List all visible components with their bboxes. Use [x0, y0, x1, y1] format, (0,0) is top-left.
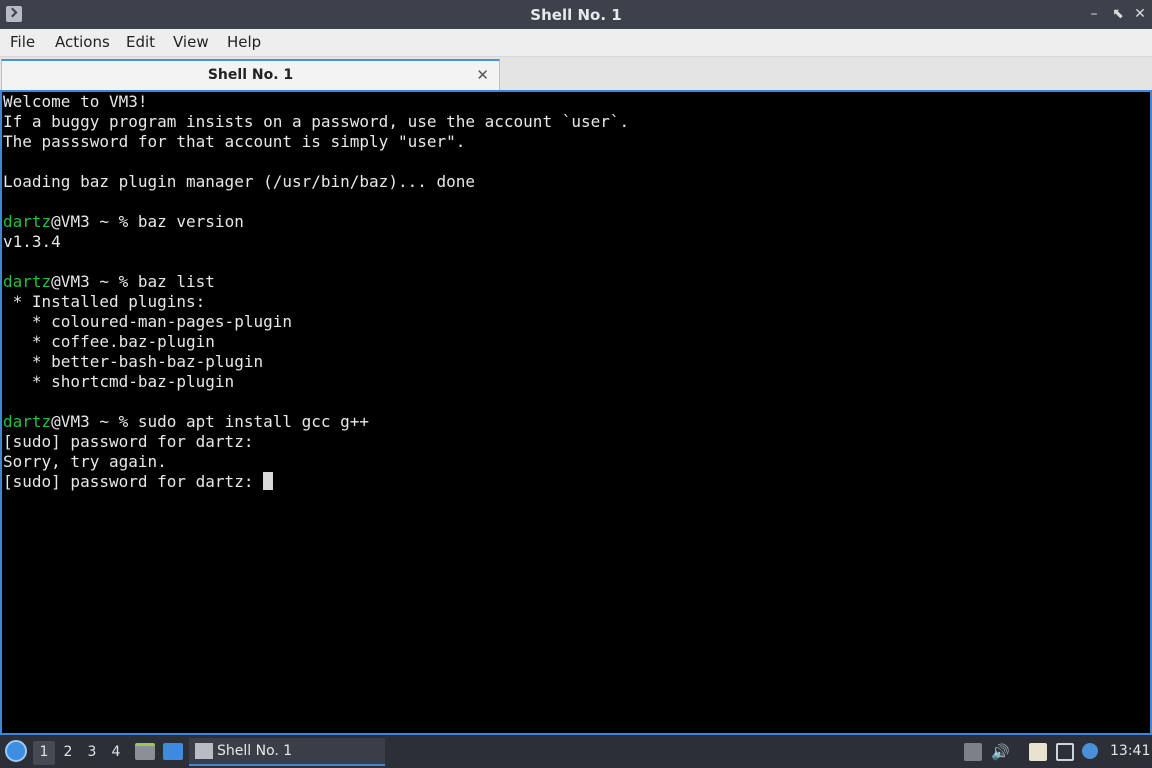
terminal-line: The passsword for that account is simply… [3, 132, 1150, 152]
terminal-text: If a buggy program insists on a password… [3, 112, 630, 131]
workspace-4[interactable]: 4 [105, 741, 127, 765]
prompt-username: dartz [3, 412, 52, 431]
terminal-line: [sudo] password for dartz: [3, 432, 1150, 452]
workspace-3[interactable]: 3 [81, 741, 103, 765]
window-titlebar: Shell No. 1 – ⬉ ✕ [0, 0, 1152, 29]
tab-label: Shell No. 1 [207, 67, 294, 83]
tab-shell-1[interactable]: Shell No. 1 ✕ [1, 59, 500, 90]
terminal-text: v1.3.4 [3, 232, 61, 251]
network-icon[interactable] [1056, 743, 1074, 761]
terminal-line: * Installed plugins: [3, 292, 1150, 312]
workspace-2[interactable]: 2 [57, 741, 79, 765]
terminal-text: [sudo] password for dartz: [3, 472, 264, 491]
terminal-text: [sudo] password for dartz: [3, 432, 254, 451]
start-menu-icon[interactable] [5, 740, 27, 762]
desktop-icon[interactable] [163, 743, 183, 760]
clipboard-icon[interactable] [1029, 743, 1047, 761]
menu-help[interactable]: Help [227, 33, 261, 53]
terminal-line: * coloured-man-pages-plugin [3, 312, 1150, 332]
maximize-button[interactable]: ⬉ [1108, 4, 1128, 24]
terminal-line: [sudo] password for dartz: [3, 472, 1150, 492]
terminal-text: Sorry, try again. [3, 452, 167, 471]
menu-bar: File Actions Edit View Help [0, 29, 1152, 57]
menu-view[interactable]: View [173, 33, 209, 53]
terminal-line: * better-bash-baz-plugin [3, 352, 1150, 372]
file-manager-icon[interactable] [135, 743, 155, 760]
terminal-text: Loading baz plugin manager (/usr/bin/baz… [3, 172, 476, 191]
volume-icon[interactable]: 🔊 [991, 743, 1010, 761]
taskbar: 1 2 3 4 Shell No. 1 🔊 13:41 [0, 736, 1152, 768]
terminal-line: dartz@VM3 ~ % sudo apt install gcc g++ [3, 412, 1150, 432]
task-label: Shell No. 1 [217, 743, 293, 759]
workspace-1[interactable]: 1 [33, 741, 55, 765]
terminal-text: @VM3 ~ % sudo apt install gcc g++ [51, 412, 370, 431]
terminal-cursor [263, 472, 274, 490]
terminal-line: Sorry, try again. [3, 452, 1150, 472]
notifications-icon[interactable] [964, 743, 982, 761]
terminal-text: * coffee.baz-plugin [3, 332, 215, 351]
clock: 13:41 [1110, 743, 1151, 759]
window-title: Shell No. 1 [530, 6, 622, 24]
prompt-username: dartz [3, 212, 52, 231]
terminal-text: * coloured-man-pages-plugin [3, 312, 292, 331]
prompt-username: dartz [3, 272, 52, 291]
terminal-icon [195, 743, 213, 759]
terminal-line: Welcome to VM3! [3, 92, 1150, 112]
terminal-text: * shortcmd-baz-plugin [3, 372, 235, 391]
terminal-text: * better-bash-baz-plugin [3, 352, 264, 371]
terminal-line: * coffee.baz-plugin [3, 332, 1150, 352]
terminal-text: @VM3 ~ % baz list [51, 272, 215, 291]
terminal-line: * shortcmd-baz-plugin [3, 372, 1150, 392]
terminal-output[interactable]: Welcome to VM3! If a buggy program insist… [0, 90, 1152, 735]
task-shell-1[interactable]: Shell No. 1 [189, 738, 385, 766]
tab-close-icon[interactable]: ✕ [476, 66, 489, 84]
menu-edit[interactable]: Edit [126, 33, 155, 53]
terminal-text: @VM3 ~ % baz version [51, 212, 244, 231]
terminal-line: dartz@VM3 ~ % baz list [3, 272, 1150, 292]
terminal-line: v1.3.4 [3, 232, 1150, 252]
terminal-line: Loading baz plugin manager (/usr/bin/baz… [3, 172, 1150, 192]
menu-actions[interactable]: Actions [55, 33, 110, 53]
minimize-button[interactable]: – [1084, 4, 1104, 24]
terminal-line: dartz@VM3 ~ % baz version [3, 212, 1150, 232]
update-icon[interactable] [1082, 743, 1098, 759]
terminal-text: The passsword for that account is simply… [3, 132, 466, 151]
menu-file[interactable]: File [10, 33, 35, 53]
terminal-line: If a buggy program insists on a password… [3, 112, 1150, 132]
tab-bar: Shell No. 1 ✕ [0, 57, 1152, 90]
terminal-text: Welcome to VM3! [3, 92, 148, 111]
close-button[interactable]: ✕ [1130, 4, 1150, 24]
terminal-text: * Installed plugins: [3, 292, 206, 311]
